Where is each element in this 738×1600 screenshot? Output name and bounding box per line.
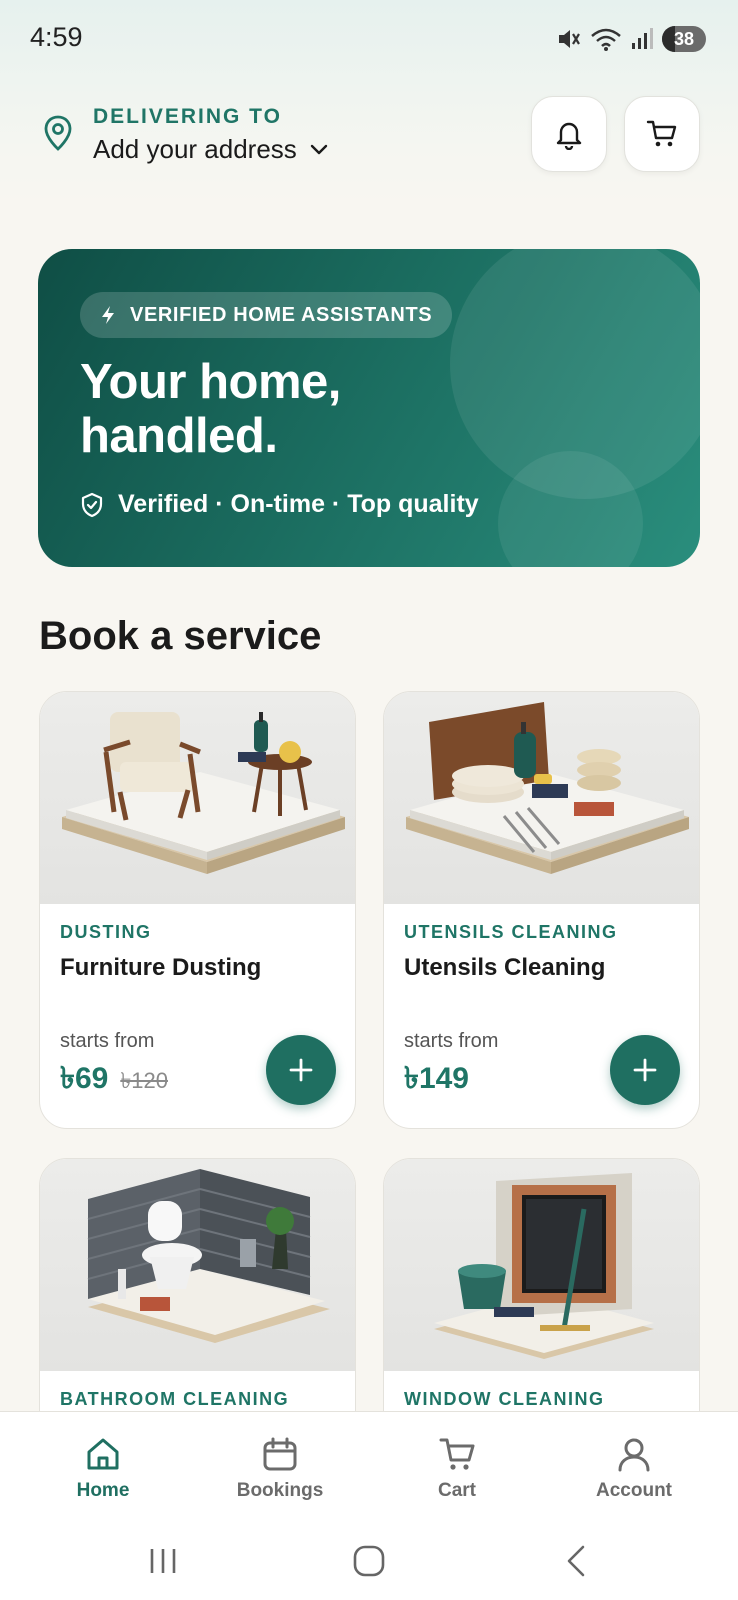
cart-button[interactable] xyxy=(624,96,700,172)
status-bar: 4:59 38 xyxy=(0,0,738,78)
add-utensils-cleaning-button[interactable] xyxy=(610,1035,680,1105)
nav-cart-label: Cart xyxy=(437,1480,476,1501)
hero-subtitle: Verified · On-time · Top quality xyxy=(80,490,479,519)
service-price: ৳149 xyxy=(404,1054,469,1105)
user-icon xyxy=(618,1438,650,1472)
calendar-icon xyxy=(263,1437,297,1471)
bottom-navigation: Home Bookings Cart Account xyxy=(0,1411,738,1524)
utensils-cleaning-image xyxy=(384,692,699,904)
shield-check-icon xyxy=(81,492,103,517)
service-category: WINDOW CLEANING xyxy=(404,1389,605,1409)
plus-icon xyxy=(289,1058,313,1082)
current-price: ৳149 xyxy=(404,1062,469,1095)
location-pin-icon xyxy=(44,115,72,151)
hero-badge: VERIFIED HOME ASSISTANTS xyxy=(80,292,453,338)
nav-cart[interactable]: Cart xyxy=(387,1436,527,1502)
battery-indicator: 38 xyxy=(662,26,706,52)
signal-icon xyxy=(632,28,653,49)
status-icons: 38 xyxy=(556,24,706,54)
service-category: UTENSILS CLEANING xyxy=(404,922,618,942)
notifications-button[interactable] xyxy=(531,96,607,172)
chevron-down-icon xyxy=(310,144,327,154)
nav-home-label: Home xyxy=(76,1480,130,1501)
window-cleaning-image xyxy=(384,1159,699,1371)
service-category: BATHROOM CLEANING xyxy=(60,1389,290,1409)
service-name: Utensils Cleaning xyxy=(404,954,606,981)
back-icon[interactable] xyxy=(564,1544,588,1578)
address-selector[interactable]: Add your address xyxy=(93,134,329,165)
current-price: ৳69 xyxy=(60,1062,109,1095)
furniture-dusting-image xyxy=(40,692,355,904)
hero-title: Your home, handled. xyxy=(80,355,341,463)
cart-icon xyxy=(646,120,677,147)
add-furniture-dusting-button[interactable] xyxy=(266,1035,336,1105)
service-card-utensils-cleaning[interactable]: UTENSILS CLEANING Utensils Cleaning star… xyxy=(383,691,700,1129)
service-price: ৳69 ৳120 xyxy=(60,1054,168,1105)
address-text: Add your address xyxy=(93,134,297,164)
mute-icon xyxy=(559,30,580,48)
service-category: DUSTING xyxy=(60,922,152,942)
starts-from-label: starts from xyxy=(60,1030,155,1052)
original-price: ৳120 xyxy=(120,1068,168,1093)
app-header: DELIVERING TO Add your address xyxy=(40,96,700,180)
home-system-icon[interactable] xyxy=(352,1544,386,1578)
delivering-to-label: DELIVERING TO xyxy=(93,105,282,128)
nav-bookings[interactable]: Bookings xyxy=(210,1436,350,1502)
home-icon xyxy=(87,1438,119,1470)
nav-account[interactable]: Account xyxy=(564,1436,704,1502)
plus-icon xyxy=(633,1058,657,1082)
nav-home[interactable]: Home xyxy=(33,1436,173,1502)
status-time: 4:59 xyxy=(30,22,83,52)
system-navigation-bar xyxy=(0,1524,738,1600)
starts-from-label: starts from xyxy=(404,1030,499,1052)
nav-bookings-label: Bookings xyxy=(236,1480,324,1501)
service-card-furniture-dusting[interactable]: DUSTING Furniture Dusting starts from ৳6… xyxy=(39,691,356,1129)
cart-icon xyxy=(439,1438,475,1470)
bolt-icon xyxy=(102,306,114,324)
recent-apps-icon[interactable] xyxy=(148,1546,178,1576)
wifi-icon xyxy=(591,28,621,51)
bell-icon xyxy=(556,122,582,150)
nav-account-label: Account xyxy=(596,1480,672,1501)
service-name: Furniture Dusting xyxy=(60,954,262,981)
hero-banner: VERIFIED HOME ASSISTANTS Your home, hand… xyxy=(38,249,700,567)
section-title: Book a service xyxy=(39,614,322,658)
bathroom-cleaning-image xyxy=(40,1159,355,1371)
